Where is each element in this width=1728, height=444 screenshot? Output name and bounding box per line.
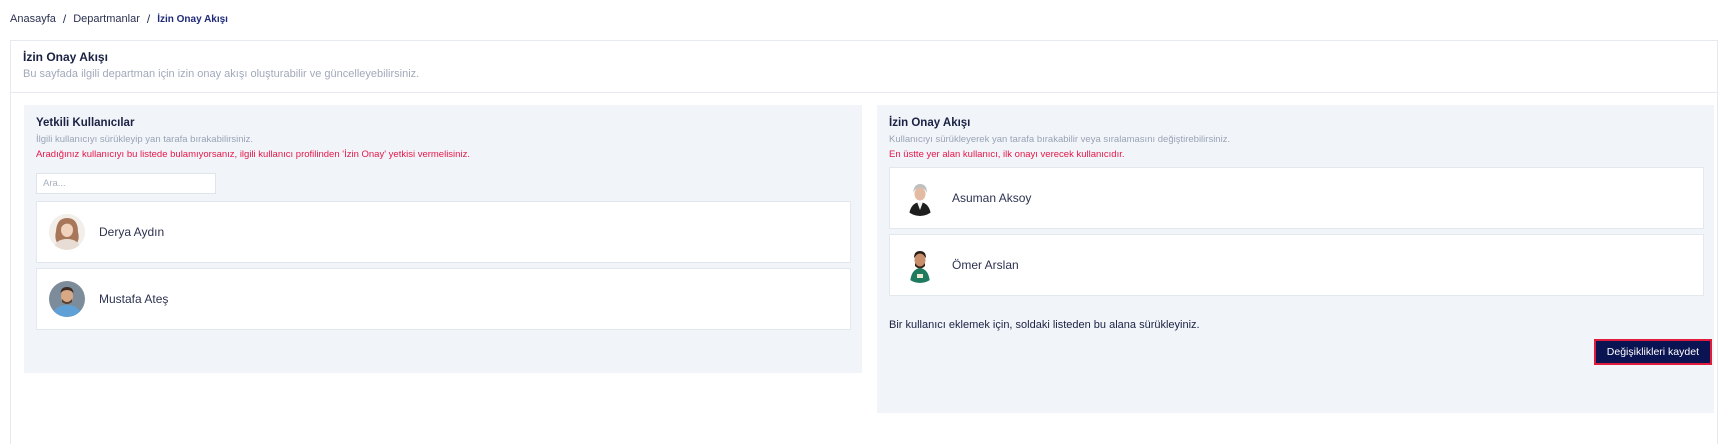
save-changes-button[interactable]: Değişiklikleri kaydet xyxy=(1593,339,1712,365)
breadcrumb-departments[interactable]: Departmanlar xyxy=(73,13,140,25)
drop-zone-hint: Bir kullanıcı eklemek için, soldaki list… xyxy=(889,319,1200,331)
user-name: Derya Aydın xyxy=(99,225,165,239)
authorized-users-hint: İlgili kullanıcıyı sürükleyip yan tarafa… xyxy=(36,134,254,145)
breadcrumb-separator: / xyxy=(62,12,67,26)
user-name: Mustafa Ateş xyxy=(99,292,169,306)
user-card-derya-aydin[interactable]: Derya Aydın xyxy=(36,201,851,263)
approval-flow-panel: İzin Onay Akışı Kullanıcıyı sürükleyerek… xyxy=(877,105,1714,413)
approval-flow-warning: En üstte yer alan kullanıcı, ilk onayı v… xyxy=(889,149,1125,160)
avatar xyxy=(49,214,85,250)
search-input[interactable] xyxy=(36,173,216,194)
authorized-users-title: Yetkili Kullanıcılar xyxy=(36,117,135,129)
user-card-mustafa-ates[interactable]: Mustafa Ateş xyxy=(36,268,851,330)
breadcrumb: Anasayfa / Departmanlar / İzin Onay Akış… xyxy=(10,12,228,26)
breadcrumb-current: İzin Onay Akışı xyxy=(157,13,228,25)
page-subtitle: Bu sayfada ilgili departman için izin on… xyxy=(23,68,420,80)
approval-flow-card: İzin Onay Akışı Bu sayfada ilgili depart… xyxy=(10,40,1718,444)
page-title: İzin Onay Akışı xyxy=(23,50,108,64)
user-name: Asuman Aksoy xyxy=(952,191,1032,205)
flow-card-asuman-aksoy[interactable]: Asuman Aksoy xyxy=(889,167,1704,229)
approval-flow-hint: Kullanıcıyı sürükleyerek yan tarafa bıra… xyxy=(889,134,1231,145)
avatar xyxy=(49,281,85,317)
avatar xyxy=(902,247,938,283)
authorized-users-panel: Yetkili Kullanıcılar İlgili kullanıcıyı … xyxy=(24,105,862,373)
user-name: Ömer Arslan xyxy=(952,258,1019,272)
flow-card-omer-arslan[interactable]: Ömer Arslan xyxy=(889,234,1704,296)
breadcrumb-home[interactable]: Anasayfa xyxy=(10,13,56,25)
breadcrumb-separator: / xyxy=(146,12,151,26)
approval-flow-title: İzin Onay Akışı xyxy=(889,117,971,129)
authorized-users-warning: Aradığınız kullanıcıyı bu listede bulamı… xyxy=(36,149,470,160)
avatar xyxy=(902,180,938,216)
card-header: İzin Onay Akışı Bu sayfada ilgili depart… xyxy=(11,41,1717,93)
